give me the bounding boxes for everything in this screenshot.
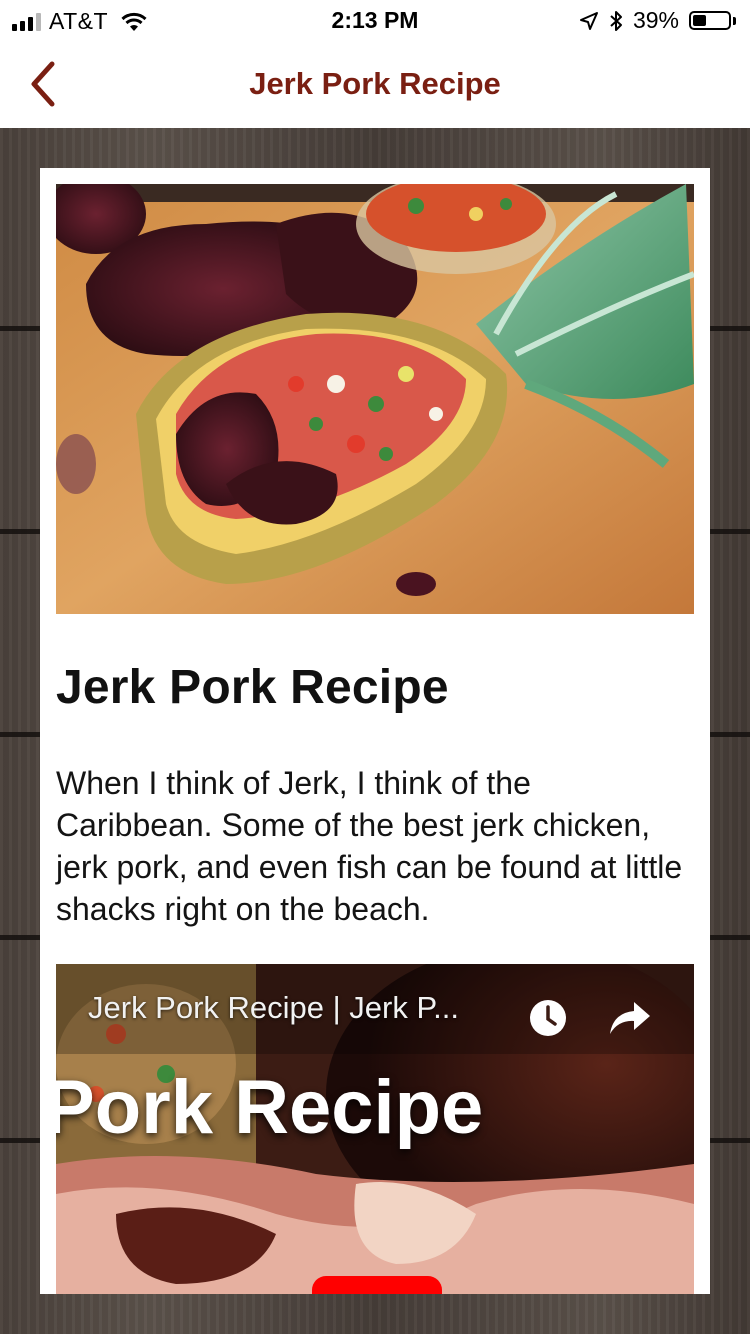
- status-bar: AT&T 2:13 PM 39%: [0, 0, 750, 40]
- food-photo: [56, 184, 694, 614]
- hero-image: [56, 184, 694, 614]
- recipe-description: When I think of Jerk, I think of the Car…: [56, 765, 683, 927]
- share-icon[interactable]: [608, 1000, 652, 1036]
- nav-title: Jerk Pork Recipe: [249, 66, 501, 101]
- video-title[interactable]: Jerk Pork Recipe | Jerk P...: [88, 990, 459, 1026]
- bluetooth-icon: [610, 10, 622, 31]
- status-right: 39%: [579, 7, 736, 34]
- location-arrow-icon: [579, 11, 598, 30]
- play-button[interactable]: [312, 1276, 442, 1294]
- clock-icon[interactable]: [528, 998, 568, 1038]
- recipe-card: Jerk Pork Recipe When I think of Jerk, I…: [40, 168, 710, 1294]
- battery-icon: [689, 11, 736, 30]
- embedded-video[interactable]: Jerk Pork Recipe | Jerk P... Pork Recipe: [56, 964, 694, 1294]
- video-overlay-text: Pork Recipe: [56, 1065, 484, 1150]
- battery-percent: 39%: [632, 7, 679, 33]
- recipe-title: Jerk Pork Recipe: [56, 661, 449, 714]
- navigation-bar: Jerk Pork Recipe: [0, 40, 750, 129]
